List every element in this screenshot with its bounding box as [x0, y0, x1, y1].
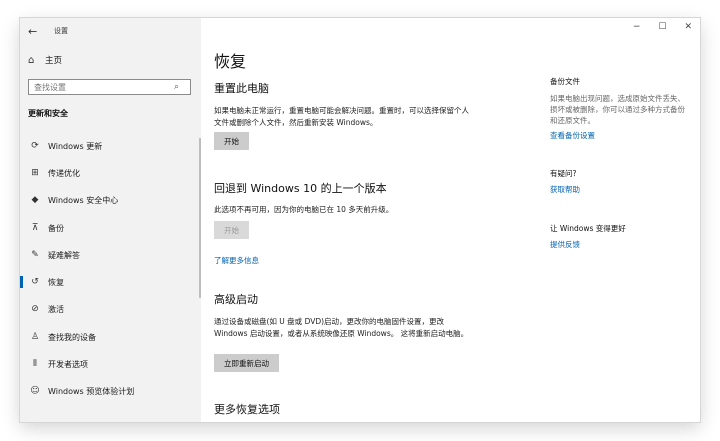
improve-windows-heading: 让 Windows 变得更好 [550, 224, 626, 233]
settings-window: ← 设置 ⌂ 主页 ⌕ 更新和安全 ⟳ Windows 更新 ⊞ 传递优化 ◆ … [20, 18, 700, 422]
sync-icon: ⟳ [31, 141, 39, 151]
maximize-icon[interactable]: ☐ [658, 22, 666, 32]
sidebar-item-label: 激活 [48, 304, 64, 314]
sidebar: ← 设置 ⌂ 主页 ⌕ 更新和安全 ⟳ Windows 更新 ⊞ 传递优化 ◆ … [20, 18, 201, 422]
sidebar-item-delivery-optimization[interactable]: ⊞ 传递优化 [20, 163, 201, 183]
page-title: 恢复 [214, 52, 247, 71]
sidebar-item-backup[interactable]: ⊼ 备份 [20, 218, 201, 238]
sidebar-item-label: 备份 [48, 223, 64, 233]
sidebar-item-activation[interactable]: ⊘ 激活 [20, 299, 201, 319]
backup-files-heading: 备份文件 [550, 77, 580, 86]
give-feedback-link[interactable]: 提供反馈 [550, 239, 580, 250]
learn-more-link[interactable]: 了解更多信息 [214, 255, 259, 266]
app-title: 设置 [54, 27, 68, 35]
sidebar-item-insider-program[interactable]: ☺ Windows 预览体验计划 [20, 381, 201, 401]
sidebar-item-label: 疑难解答 [48, 250, 80, 260]
delivery-optimization-icon: ⊞ [31, 168, 39, 178]
rollback-start-button[interactable]: 开始 [214, 221, 249, 239]
sidebar-item-label: Windows 更新 [48, 141, 103, 151]
insider-icon: ☺ [30, 386, 40, 396]
sidebar-item-find-my-device[interactable]: ♙ 查找我的设备 [20, 327, 201, 347]
search-icon[interactable]: ⌕ [174, 82, 179, 92]
sidebar-item-label: 传递优化 [48, 168, 80, 178]
check-circle-icon: ⊘ [31, 304, 39, 314]
section-title: 更新和安全 [28, 109, 68, 118]
sidebar-item-troubleshoot[interactable]: ✎ 疑难解答 [20, 245, 201, 265]
backup-icon: ⊼ [31, 223, 39, 233]
sidebar-item-security-center[interactable]: ◆ Windows 安全中心 [20, 190, 201, 210]
reset-start-button[interactable]: 开始 [214, 132, 249, 150]
more-recovery-options-heading: 更多恢复选项 [214, 403, 280, 416]
backup-settings-link[interactable]: 查看备份设置 [550, 130, 595, 141]
search-box[interactable]: ⌕ [28, 79, 191, 95]
home-icon: ⌂ [28, 54, 35, 66]
shield-icon: ◆ [31, 195, 39, 205]
questions-heading: 有疑问? [550, 169, 577, 178]
sidebar-item-developer-options[interactable]: ⦀ 开发者选项 [20, 354, 201, 374]
get-help-link[interactable]: 获取帮助 [550, 184, 580, 195]
back-arrow-icon[interactable]: ← [28, 25, 44, 38]
sidebar-item-recovery[interactable]: ↺ 恢复 [20, 272, 201, 292]
home-link[interactable]: ⌂ 主页 [28, 54, 63, 67]
window-controls: − ☐ ✕ [633, 22, 692, 32]
sidebar-item-windows-update[interactable]: ⟳ Windows 更新 [20, 136, 201, 156]
sidebar-item-label: Windows 预览体验计划 [48, 386, 135, 396]
recovery-icon: ↺ [31, 277, 39, 287]
backup-files-text: 如果电脑出现问题，选成原始文件丢失、损坏或被删除，你可以通过多种方式备份和还原文… [550, 94, 685, 125]
sidebar-item-label: 恢复 [48, 277, 64, 287]
reset-pc-heading: 重置此电脑 [214, 82, 269, 95]
sidebar-item-label: 开发者选项 [48, 359, 88, 369]
advanced-startup-heading: 高级启动 [214, 293, 258, 306]
rollback-description: 此选项不再可用，因为你的电脑已在 10 多天前升级。 [214, 205, 394, 214]
sidebar-item-label: 查找我的设备 [48, 332, 96, 342]
restart-now-button[interactable]: 立即重新启动 [214, 354, 279, 372]
main-content: − ☐ ✕ 恢复 重置此电脑 如果电脑未正常运行，重置电脑可能会解决问题。重置时… [201, 18, 700, 422]
close-icon[interactable]: ✕ [684, 22, 692, 32]
sidebar-item-label: Windows 安全中心 [48, 195, 119, 205]
title-bar: ← 设置 [28, 22, 68, 40]
developer-icon: ⦀ [33, 359, 37, 369]
search-input[interactable] [34, 82, 174, 92]
wrench-icon: ✎ [31, 250, 39, 260]
advanced-startup-description: 通过设备或磁盘(如 U 盘或 DVD)启动，更改你的电脑固件设置，更改 Wind… [214, 317, 469, 338]
rollback-heading: 回退到 Windows 10 的上一个版本 [214, 182, 387, 195]
reset-pc-description: 如果电脑未正常运行，重置电脑可能会解决问题。重置时，可以选择保留个人文件或删除个… [214, 106, 469, 127]
minimize-icon[interactable]: − [633, 22, 641, 32]
home-label: 主页 [45, 56, 63, 66]
find-device-icon: ♙ [30, 332, 40, 342]
